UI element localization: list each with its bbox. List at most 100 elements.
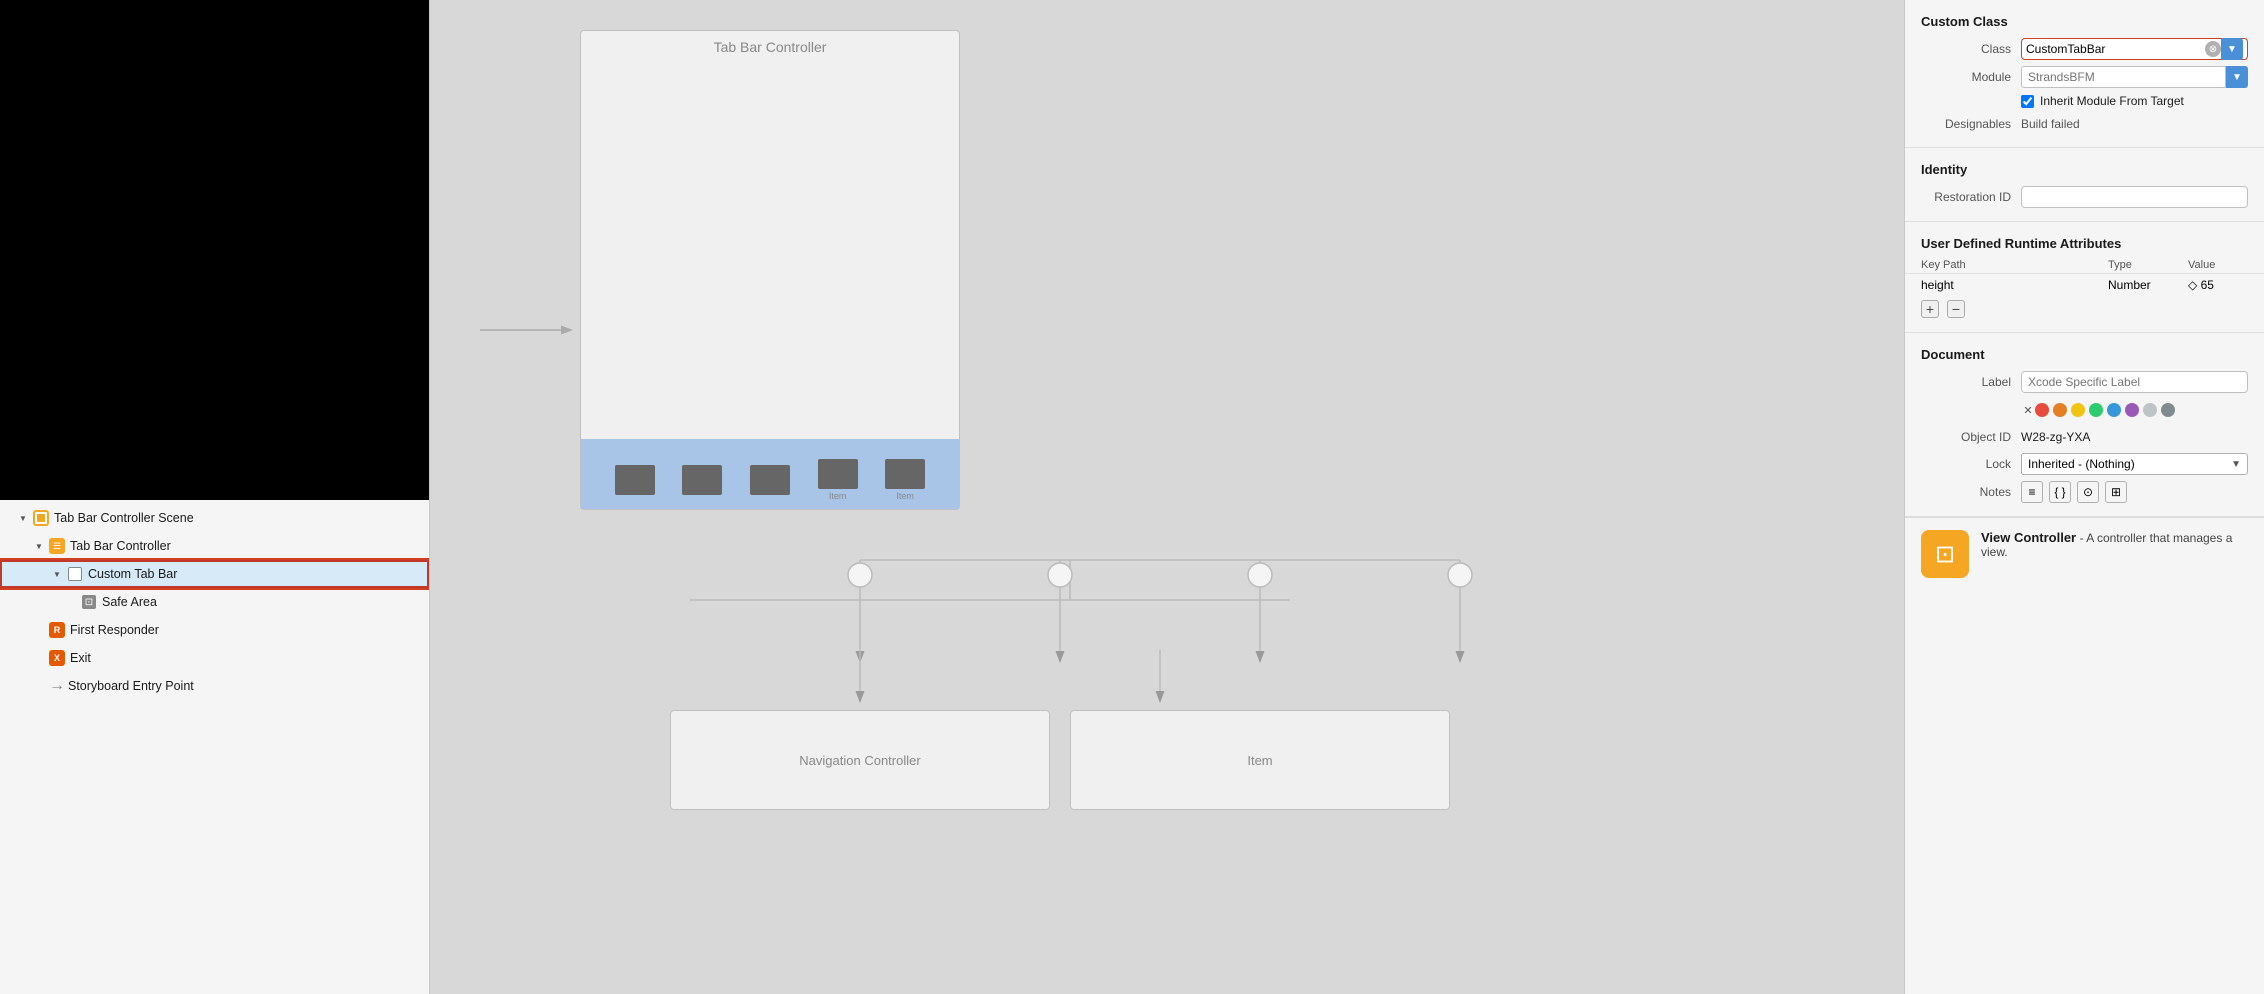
- tree-item-tab-bar-controller[interactable]: Tab Bar Controller: [0, 532, 429, 560]
- remove-attribute-button[interactable]: −: [1947, 300, 1965, 318]
- tree-item-first-responder[interactable]: First Responder: [0, 616, 429, 644]
- tabbar-ctrl-icon: [48, 537, 66, 555]
- col-value: Value: [2188, 259, 2248, 271]
- nav-controller-scene: Navigation Controller: [670, 710, 1050, 810]
- col-key-path: Key Path: [1921, 259, 2108, 271]
- safe-area-label: Safe Area: [102, 595, 421, 609]
- add-remove-row: + −: [1905, 296, 2264, 322]
- custom-class-section: Custom Class Class ⊗ ▼ Module ▼ Inherit …: [1905, 0, 2264, 148]
- item-scene: Item: [1070, 710, 1450, 810]
- doc-label-label: Label: [1921, 375, 2011, 389]
- designables-label: Designables: [1921, 117, 2011, 131]
- storyboard-entry-label: Storyboard Entry Point: [68, 679, 421, 693]
- identity-section: Identity Restoration ID: [1905, 148, 2264, 222]
- tree-item-storyboard-entry[interactable]: → Storyboard Entry Point: [0, 672, 429, 700]
- module-dropdown-button[interactable]: ▼: [2226, 66, 2248, 88]
- tab-icon-2: [682, 465, 722, 495]
- object-id-label: Object ID: [1921, 430, 2011, 444]
- color-orange[interactable]: [2053, 403, 2067, 417]
- lock-row: Lock Inherited - (Nothing) ▼: [1905, 450, 2264, 478]
- row-type: Number: [2108, 278, 2188, 292]
- label-field-row: Label: [1905, 368, 2264, 396]
- class-input[interactable]: [2026, 42, 2205, 56]
- tab-label-5: Item: [896, 491, 914, 501]
- view-controller-text: View Controller - A controller that mana…: [1981, 530, 2248, 559]
- module-input[interactable]: [2021, 66, 2226, 88]
- notes-btn-2[interactable]: { }: [2049, 481, 2071, 503]
- lock-label: Lock: [1921, 457, 2011, 471]
- safe-area-icon: [80, 593, 98, 611]
- tab-item-5: Item: [885, 459, 925, 501]
- tab-bar-controller-label: Tab Bar Controller: [70, 539, 421, 553]
- document-section: Document Label ✕ Object ID W28-zg-YXA: [1905, 333, 2264, 517]
- designables-value: Build failed: [2021, 117, 2080, 131]
- scene-icon: [32, 509, 50, 527]
- item-scene-label: Item: [1071, 711, 1449, 809]
- notes-btn-3[interactable]: ⊙: [2077, 481, 2099, 503]
- color-purple[interactable]: [2125, 403, 2139, 417]
- center-canvas: Tab Bar Controller Item: [430, 0, 1904, 994]
- tab-bar-controller-scene-label: Tab Bar Controller: [581, 31, 959, 55]
- class-label: Class: [1921, 42, 2011, 56]
- exit-icon: [48, 649, 66, 667]
- lock-value: Inherited - (Nothing): [2028, 457, 2231, 471]
- add-attribute-button[interactable]: +: [1921, 300, 1939, 318]
- color-red[interactable]: [2035, 403, 2049, 417]
- tab-icon-1: [615, 465, 655, 495]
- notes-btn-1[interactable]: ≡: [2021, 481, 2043, 503]
- restoration-id-row: Restoration ID: [1905, 183, 2264, 211]
- notes-btn-4[interactable]: ⊞: [2105, 481, 2127, 503]
- doc-label-input[interactable]: [2021, 371, 2248, 393]
- color-dots-row: ✕: [1905, 396, 2264, 424]
- entry-point-icon: →: [48, 677, 66, 695]
- notes-icons: ≡ { } ⊙ ⊞: [2021, 481, 2127, 503]
- notes-label: Notes: [1921, 485, 2011, 499]
- module-field-row: Module ▼: [1905, 63, 2264, 91]
- exit-label: Exit: [70, 651, 421, 665]
- module-label: Module: [1921, 70, 2011, 84]
- restoration-id-label: Restoration ID: [1921, 190, 2011, 204]
- notes-row: Notes ≡ { } ⊙ ⊞: [1905, 478, 2264, 506]
- color-dark-gray[interactable]: [2161, 403, 2175, 417]
- disclosure-scene[interactable]: [16, 511, 30, 525]
- lock-dropdown[interactable]: Inherited - (Nothing) ▼: [2021, 453, 2248, 475]
- tab-item-3: [750, 465, 790, 495]
- custom-class-header: Custom Class: [1905, 10, 2264, 35]
- right-panel: Custom Class Class ⊗ ▼ Module ▼ Inherit …: [1904, 0, 2264, 994]
- first-responder-icon: [48, 621, 66, 639]
- outline-tree: Tab Bar Controller Scene Tab Bar Control…: [0, 500, 429, 994]
- user-defined-header: User Defined Runtime Attributes: [1905, 232, 2264, 257]
- inherit-checkbox-row: Inherit Module From Target: [1905, 91, 2264, 111]
- canvas-area: Tab Bar Controller Item: [430, 0, 1904, 994]
- tree-item-safe-area[interactable]: Safe Area: [0, 588, 429, 616]
- color-light-gray[interactable]: [2143, 403, 2157, 417]
- custom-tab-bar-label: Custom Tab Bar: [88, 567, 419, 581]
- user-defined-table-header: Key Path Type Value: [1905, 257, 2264, 274]
- color-blue[interactable]: [2107, 403, 2121, 417]
- tree-item-tab-bar-controller-scene[interactable]: Tab Bar Controller Scene: [0, 504, 429, 532]
- nav-controller-label: Navigation Controller: [671, 711, 1049, 809]
- class-dropdown-button[interactable]: ▼: [2221, 38, 2243, 60]
- left-panel: Tab Bar Controller Scene Tab Bar Control…: [0, 0, 430, 994]
- color-palette: [2035, 399, 2175, 421]
- class-field-row: Class ⊗ ▼: [1905, 35, 2264, 63]
- disclosure-custom-tab-bar[interactable]: [50, 567, 64, 581]
- restoration-id-input[interactable]: [2021, 186, 2248, 208]
- tree-item-custom-tab-bar[interactable]: Custom Tab Bar: [0, 560, 429, 588]
- lock-dropdown-arrow[interactable]: ▼: [2231, 459, 2241, 470]
- tree-item-exit[interactable]: Exit: [0, 644, 429, 672]
- view-controller-info: View Controller - A controller that mana…: [1905, 517, 2264, 590]
- row-key-path: height: [1921, 278, 2108, 292]
- color-yellow[interactable]: [2071, 403, 2085, 417]
- x-button[interactable]: ✕: [2021, 403, 2035, 417]
- disclosure-tabbar[interactable]: [32, 539, 46, 553]
- tab-label-4: Item: [829, 491, 847, 501]
- tab-bar-bottom: Item Item: [581, 439, 959, 509]
- class-clear-button[interactable]: ⊗: [2205, 41, 2221, 57]
- view-controller-icon: [1921, 530, 1969, 578]
- tab-icon-5: [885, 459, 925, 489]
- inherit-checkbox[interactable]: [2021, 95, 2034, 108]
- tab-icon-4: [818, 459, 858, 489]
- color-green[interactable]: [2089, 403, 2103, 417]
- class-input-container: ⊗ ▼: [2021, 38, 2248, 60]
